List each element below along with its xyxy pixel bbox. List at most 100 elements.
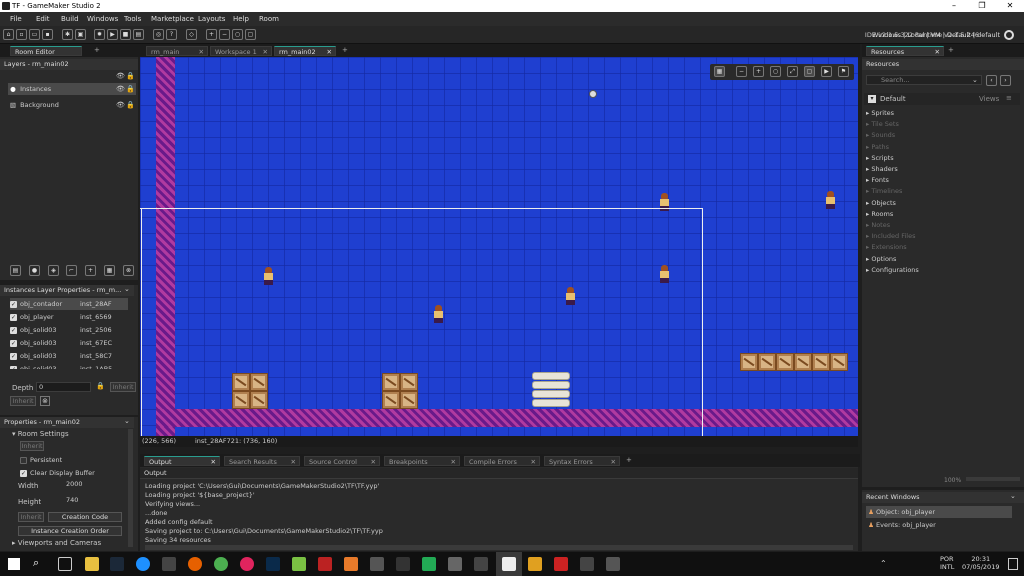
width-input[interactable]: 2000 bbox=[64, 480, 124, 490]
gamemaker-icon[interactable] bbox=[502, 557, 516, 571]
package-icon[interactable]: ▤ bbox=[133, 29, 144, 40]
filezilla-icon[interactable] bbox=[318, 557, 332, 571]
minimize-button[interactable]: – bbox=[940, 0, 968, 12]
new-icon[interactable]: ▫ bbox=[16, 29, 27, 40]
firefox-icon[interactable] bbox=[188, 557, 202, 571]
crate[interactable] bbox=[740, 353, 758, 371]
add-instance-layer-icon[interactable]: ● bbox=[29, 265, 40, 276]
recent-item[interactable]: ♟ Events: obj_player bbox=[866, 519, 1012, 531]
cube-icon[interactable]: ◇ bbox=[186, 29, 197, 40]
instance-order-button[interactable]: Instance Creation Order bbox=[18, 526, 122, 536]
resource-folder[interactable]: ▸ Sounds bbox=[866, 131, 895, 139]
language-indicator[interactable]: POR INTL bbox=[940, 555, 954, 571]
play-icon[interactable]: ▶ bbox=[821, 66, 832, 77]
tab-rm-main02[interactable]: rm_main02 ✕ bbox=[274, 46, 336, 56]
depth-input[interactable]: 0 bbox=[36, 382, 91, 392]
checkbox-icon[interactable]: ✓ bbox=[20, 469, 27, 477]
app-icon[interactable] bbox=[448, 557, 462, 571]
edge-icon[interactable] bbox=[136, 557, 150, 571]
list-item[interactable]: ✓ obj_contador inst_28AF bbox=[10, 298, 128, 310]
resource-folder[interactable]: ▸ Timelines bbox=[866, 187, 902, 195]
menu-marketplace[interactable]: Marketplace bbox=[151, 15, 194, 23]
flag-icon[interactable]: ⚑ bbox=[838, 66, 849, 77]
home-icon[interactable]: ⌂ bbox=[3, 29, 14, 40]
add-tab-icon[interactable]: + bbox=[94, 46, 100, 54]
list-item[interactable]: ✓ obj_solid03 inst_58C7 bbox=[10, 350, 128, 362]
close-button[interactable]: ✕ bbox=[996, 0, 1024, 12]
grid-icon[interactable]: ▦ bbox=[714, 66, 725, 77]
delete-icon[interactable]: ⊗ bbox=[40, 396, 50, 406]
app-icon[interactable] bbox=[606, 557, 620, 571]
clear-display-checkbox[interactable]: ✓ Clear Display Buffer bbox=[20, 467, 95, 479]
chevron-down-icon[interactable]: ⌄ bbox=[124, 417, 130, 425]
chevron-down-icon[interactable]: ▾ bbox=[868, 95, 876, 103]
file-explorer-icon[interactable] bbox=[85, 557, 99, 571]
asset-layer-icon[interactable]: ▦ bbox=[104, 265, 115, 276]
scrollbar[interactable] bbox=[145, 545, 853, 550]
resource-group[interactable]: ▾ Default Views ≡ bbox=[864, 93, 1020, 105]
tab-breakpoints[interactable]: Breakpoints ✕ bbox=[384, 456, 460, 466]
lock-icon[interactable]: 🔒 bbox=[96, 382, 105, 390]
eye-icon[interactable]: 👁 bbox=[116, 101, 125, 109]
opera-icon[interactable] bbox=[240, 557, 254, 571]
recent-item[interactable]: ♟ Object: obj_player bbox=[866, 506, 1012, 518]
resource-folder[interactable]: ▸ Objects bbox=[866, 199, 896, 207]
app-icon[interactable] bbox=[528, 557, 542, 571]
scrollbar[interactable] bbox=[128, 429, 133, 547]
resource-folder[interactable]: ▸ Fonts bbox=[866, 176, 889, 184]
close-icon[interactable]: ✕ bbox=[211, 457, 216, 467]
chrome-icon[interactable] bbox=[214, 557, 228, 571]
chevron-down-icon[interactable]: ⌄ bbox=[1010, 492, 1016, 500]
resource-folder[interactable]: ▸ Tile Sets bbox=[866, 120, 899, 128]
menu-layouts[interactable]: Layouts bbox=[198, 15, 225, 23]
zoom-slider[interactable] bbox=[966, 477, 1020, 481]
tab-compile-errors[interactable]: Compile Errors ✕ bbox=[464, 456, 540, 466]
checkbox-icon[interactable]: ✓ bbox=[10, 313, 17, 321]
tab-output[interactable]: Output ✕ bbox=[144, 456, 220, 466]
crate[interactable] bbox=[830, 353, 848, 371]
checkbox-icon[interactable]: ✓ bbox=[10, 326, 17, 334]
menu-file[interactable]: File bbox=[10, 15, 22, 23]
target-icon[interactable]: ◎ bbox=[153, 29, 164, 40]
app-icon[interactable] bbox=[580, 557, 594, 571]
app-icon[interactable] bbox=[554, 557, 568, 571]
save-icon[interactable]: ▪ bbox=[42, 29, 53, 40]
crate[interactable] bbox=[776, 353, 794, 371]
close-icon[interactable]: ✕ bbox=[611, 457, 616, 467]
list-item[interactable]: ✓ obj_player inst_6569 bbox=[10, 311, 128, 323]
fit-icon[interactable]: ⤢ bbox=[787, 66, 798, 77]
tab-room-editor[interactable]: Room Editor bbox=[10, 46, 82, 56]
tab-search-results[interactable]: Search Results ✕ bbox=[224, 456, 300, 466]
inherit-button[interactable]: Inherit bbox=[10, 396, 36, 406]
add-path-layer-icon[interactable]: ⌐ bbox=[66, 265, 77, 276]
menu-edit[interactable]: Edit bbox=[36, 15, 50, 23]
chevron-left-icon[interactable]: ‹ bbox=[986, 75, 997, 86]
resource-folder[interactable]: ▸ Sprites bbox=[866, 109, 894, 117]
tab-rm-main[interactable]: rm_main ✕ bbox=[146, 46, 208, 56]
menu-windows[interactable]: Windows bbox=[87, 15, 118, 23]
zoom-out-icon[interactable]: − bbox=[736, 66, 747, 77]
checkbox-icon[interactable]: ✓ bbox=[10, 365, 17, 369]
close-icon[interactable]: ✕ bbox=[199, 47, 204, 57]
crate[interactable] bbox=[812, 353, 830, 371]
zoom-out-icon[interactable]: − bbox=[219, 29, 230, 40]
views-label[interactable]: Views bbox=[979, 95, 999, 103]
checkbox-icon[interactable]: ✓ bbox=[10, 352, 17, 360]
persistent-checkbox[interactable]: Persistent bbox=[20, 454, 62, 466]
tab-syntax-errors[interactable]: Syntax Errors ✕ bbox=[544, 456, 620, 466]
zoom-reset-icon[interactable]: ○ bbox=[232, 29, 243, 40]
list-item[interactable]: ✓ obj_solid03 inst_2506 bbox=[10, 324, 128, 336]
fit-icon[interactable]: ▢ bbox=[245, 29, 256, 40]
fireworks-icon[interactable] bbox=[292, 557, 306, 571]
lock-icon[interactable]: 🔒 bbox=[126, 85, 135, 93]
clock[interactable]: 20:31 07/05/2019 bbox=[962, 555, 999, 571]
app-icon[interactable] bbox=[422, 557, 436, 571]
room-settings-heading[interactable]: ▾ Room Settings bbox=[12, 430, 69, 438]
resource-folder[interactable]: ▸ Options bbox=[866, 255, 896, 263]
notification-icon[interactable] bbox=[1008, 558, 1018, 570]
target-selector[interactable]: Windows | Local | VM | Default | default bbox=[872, 31, 1000, 39]
app-icon[interactable] bbox=[474, 557, 488, 571]
task-view-icon[interactable] bbox=[58, 557, 72, 571]
chevron-right-icon[interactable]: › bbox=[1000, 75, 1011, 86]
app-icon[interactable] bbox=[370, 557, 384, 571]
